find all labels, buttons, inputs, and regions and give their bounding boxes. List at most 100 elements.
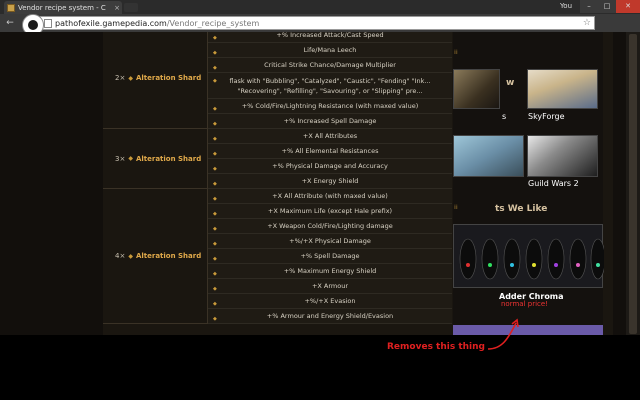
sidebar-ads: w s SkyForge Guild Wars 2 ts We Like Add… (453, 32, 606, 335)
game-thumb-skyforge[interactable] (527, 69, 598, 109)
ad-banner-strip[interactable] (453, 325, 603, 335)
recipe-group: 3× ◆ Alteration Shard (103, 129, 208, 189)
profile-button[interactable]: You (552, 0, 580, 13)
site-favicon-icon (7, 3, 15, 12)
mod-diamond-icon: ◆ (213, 106, 217, 112)
drag-dots-icon-2[interactable]: ⁞⁞ (454, 204, 462, 214)
recipe-mod-text: +X All Attribute (with maxed value) (272, 192, 388, 200)
mod-diamond-icon: ◆ (213, 166, 217, 172)
mod-diamond-icon: ◆ (213, 50, 217, 56)
recipe-mod-text: +% Armour and Energy Shield/Evasion (266, 312, 394, 320)
bookmark-star-icon[interactable]: ☆ (583, 18, 591, 28)
page-icon (44, 18, 52, 28)
new-tab-button[interactable] (124, 3, 138, 12)
drag-dots-icon[interactable]: ⁞⁞ (454, 49, 462, 59)
scrollbar-thumb[interactable] (629, 34, 637, 334)
mod-diamond-icon: ◆ (213, 136, 217, 142)
game-thumb-1[interactable] (453, 69, 500, 109)
recipe-mod-row: ◆ +% Cold/Fire/Lightning Resistance (with… (208, 99, 452, 114)
recipe-mod-row: ◆ +% All Elemental Resistances (208, 144, 452, 159)
browser-window: Vendor recipe system - C × You – □ ✕ ← →… (0, 0, 640, 335)
currency-icon: ◆ (128, 252, 133, 260)
recipe-reward-link[interactable]: Alteration Shard (136, 74, 201, 82)
mod-diamond-icon: ◆ (213, 196, 217, 202)
mod-diamond-icon: ◆ (213, 151, 217, 157)
recipe-reward-link[interactable]: Alteration Shard (136, 252, 201, 260)
recipe-mod-row: ◆ +X All Attribute (with maxed value) (208, 189, 452, 204)
recipe-mod-text: +% Increased Spell Damage (283, 117, 377, 125)
recipe-multiplier: 2× (115, 74, 126, 82)
sidebar-heading-products: ts We Like (495, 204, 548, 214)
mod-diamond-icon: ◆ (213, 271, 217, 277)
recipe-mod-text: +% Cold/Fire/Lightning Resistance (with … (241, 102, 419, 110)
recipe-mod-text: +% Maximum Energy Shield (283, 267, 377, 275)
mod-diamond-icon: ◆ (213, 65, 217, 71)
url-path: /Vendor_recipe_system (166, 18, 260, 28)
sidebar-heading-top: w (506, 78, 515, 88)
recipe-mod-text: +%/+X Evasion (304, 297, 356, 305)
game-caption-skyforge[interactable]: SkyForge (528, 112, 565, 121)
game-caption-1[interactable]: s (502, 112, 506, 121)
page-content: ◆ +% Increased Attack/Cast Speed ◆ Life/Man… (0, 32, 640, 335)
tab-close-icon[interactable]: × (112, 4, 122, 12)
mod-diamond-icon: ◆ (213, 78, 217, 84)
recipe-mod-row: ◆ +% Increased Attack/Cast Speed (208, 32, 452, 43)
recipe-mod-text: +% Spell Damage (300, 252, 360, 260)
recipe-mod-row: ◆ +% Maximum Energy Shield (208, 264, 452, 279)
mod-diamond-icon: ◆ (213, 211, 217, 217)
mod-diamond-icon: ◆ (213, 181, 217, 187)
recipe-mod-row: ◆ +% Physical Damage and Accuracy (208, 159, 452, 174)
window-controls: You – □ ✕ (552, 0, 640, 13)
minimize-icon[interactable]: – (580, 0, 598, 13)
maximize-icon[interactable]: □ (598, 0, 616, 13)
game-caption-guildwars2[interactable]: Guild Wars 2 (528, 179, 579, 188)
recipe-mod-row: ◆ +%/+X Physical Damage (208, 234, 452, 249)
browser-toolbar: ← → pathofexile.gamepedia.com /Vendor_re… (0, 14, 640, 41)
recipe-mod-text: Life/Mana Leech (303, 46, 357, 54)
recipe-mod-row: ◆ +X Maximum Life (except Hale prefix) (208, 204, 452, 219)
recipe-mod-text: +% Physical Damage and Accuracy (272, 162, 388, 170)
game-thumb-3[interactable] (453, 135, 524, 177)
mod-diamond-icon: ◆ (213, 241, 217, 247)
back-button[interactable]: ← (3, 16, 17, 30)
recipe-mod-text: flask with "Bubbling", "Catalyzed", "Cau… (229, 77, 431, 95)
tab-title: Vendor recipe system - C (18, 3, 106, 12)
recipe-mod-row: ◆ flask with "Bubbling", "Catalyzed", "Ca… (208, 73, 452, 99)
recipe-multiplier: 4× (115, 252, 126, 260)
url-host: pathofexile.gamepedia.com (55, 18, 167, 28)
game-thumb-guildwars2[interactable] (527, 135, 598, 177)
recipe-mod-text: +%/+X Physical Damage (289, 237, 371, 245)
currency-icon: ◆ (128, 155, 133, 162)
close-window-icon[interactable]: ✕ (616, 0, 640, 13)
recipe-mod-text: +X All Attributes (302, 132, 358, 140)
recipe-mod-text: +X Energy Shield (301, 177, 359, 185)
recipe-mod-row: ◆ Critical Strike Chance/Damage Multiplie… (208, 58, 452, 73)
recipe-mod-row: ◆ +X Armour (208, 279, 452, 294)
recipe-mod-text: +% All Elemental Resistances (281, 147, 379, 155)
mod-diamond-icon: ◆ (213, 35, 217, 41)
recipe-mod-text: Critical Strike Chance/Damage Multiplier (264, 61, 396, 69)
mod-diamond-icon: ◆ (213, 121, 217, 127)
recipe-mod-row: ◆ Life/Mana Leech (208, 43, 452, 58)
mod-diamond-icon: ◆ (213, 301, 217, 307)
tab-bar: Vendor recipe system - C × You – □ ✕ (0, 0, 640, 14)
recipe-multiplier: 3× (115, 154, 126, 163)
recipe-mod-text: +X Maximum Life (except Hale prefix) (267, 207, 393, 215)
annotation-arrow-icon (487, 318, 519, 350)
recipe-mod-row: ◆ +% Increased Spell Damage (208, 114, 452, 129)
recipe-reward-link[interactable]: Alteration Shard (136, 155, 201, 163)
currency-icon: ◆ (128, 74, 133, 82)
annotation-text: Removes this thing (387, 342, 485, 352)
address-bar[interactable]: pathofexile.gamepedia.com /Vendor_recipe… (40, 16, 595, 30)
product-image-mice[interactable] (453, 224, 606, 288)
recipe-mod-row: ◆ +%/+X Evasion (208, 294, 452, 309)
mod-diamond-icon: ◆ (213, 256, 217, 262)
recipe-mod-text: +% Increased Attack/Cast Speed (276, 32, 384, 39)
mod-diamond-icon: ◆ (213, 286, 217, 292)
recipe-mod-row: ◆ +% Armour and Energy Shield/Evasion (208, 309, 452, 324)
recipe-mod-row: ◆ +X Energy Shield (208, 174, 452, 189)
mod-diamond-icon: ◆ (213, 316, 217, 322)
tab-vendor-recipe[interactable]: Vendor recipe system - C × (4, 1, 122, 14)
recipe-mod-row: ◆ +% Spell Damage (208, 249, 452, 264)
recipe-group: 2× ◆ Alteration Shard (103, 32, 208, 129)
